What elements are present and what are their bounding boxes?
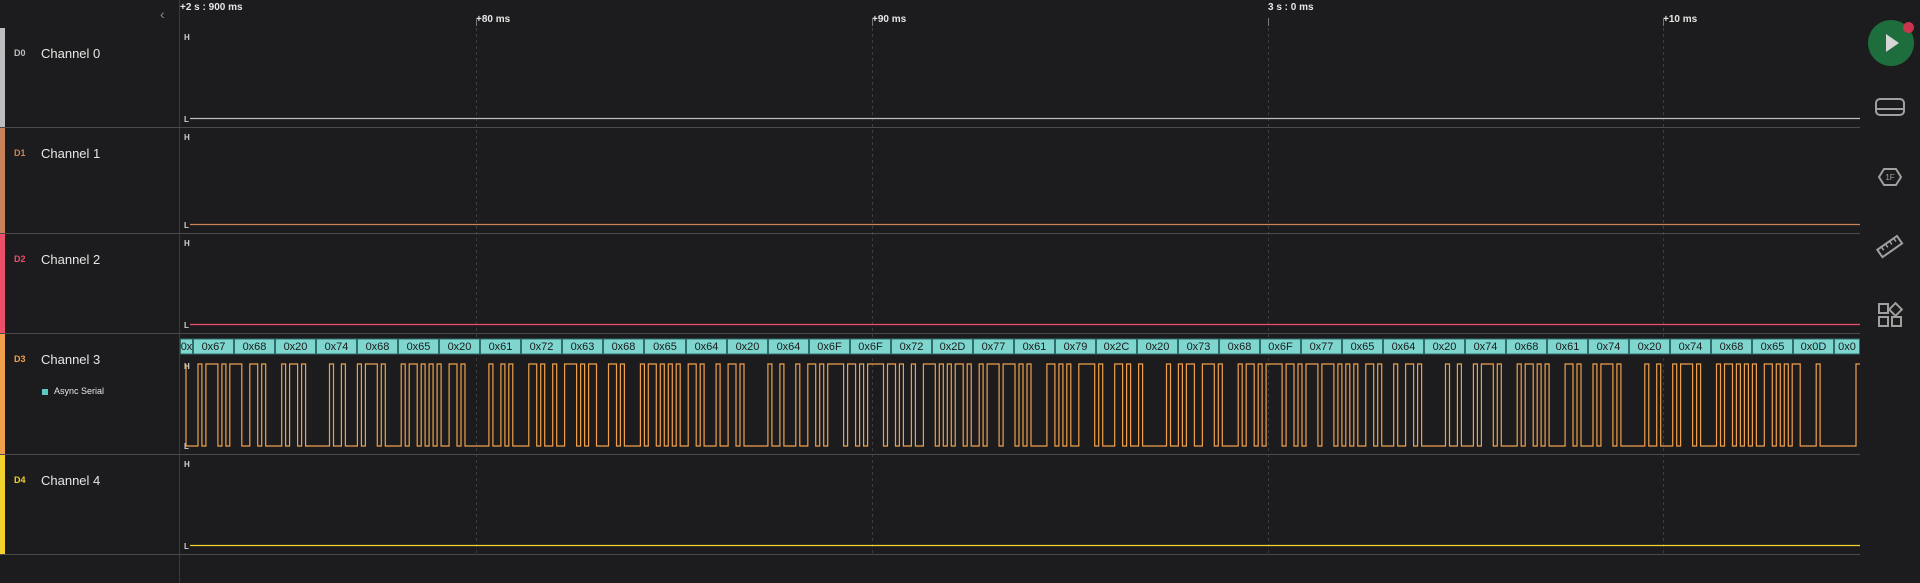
low-marker: L [184,115,189,124]
decoded-byte-label: 0x68 [366,341,390,353]
decoded-byte-label: 0x [181,341,193,353]
decoded-byte-label: 0x61 [489,341,513,353]
decoded-byte-label: 0x6F [1268,341,1293,353]
decoded-byte-label: 0x20 [736,341,760,353]
decoded-byte-label: 0x63 [571,341,595,353]
decoded-byte-label: 0x72 [900,341,924,353]
decoded-byte-label: 0x68 [1515,341,1539,353]
decoded-byte-label: 0x65 [1351,341,1375,353]
logic-analyzer-app: +2 s : 900 ms +80 ms +90 ms 3 s : 0 ms +10 m… [0,0,1920,583]
decoded-byte-label: 0x64 [695,341,719,353]
low-marker: L [184,321,189,330]
high-marker: H [184,133,190,142]
decoded-byte-label: 0x0 [1838,341,1856,353]
decoded-byte-label: 0x68 [612,341,636,353]
decoded-byte-label: 0x2D [940,341,966,353]
decoded-byte-label: 0x6F [858,341,883,353]
decoded-byte-label: 0x20 [1146,341,1170,353]
decoded-byte-label: 0x61 [1556,341,1580,353]
play-icon [1886,34,1899,52]
decoded-byte-label: 0x20 [284,341,308,353]
decoded-byte-label: 0x73 [1187,341,1211,353]
decoded-byte-label: 0x68 [1228,341,1252,353]
svg-text:1F: 1F [1885,173,1894,182]
measure-ruler-icon[interactable] [1871,228,1909,266]
decoded-byte-label: 0x68 [243,341,267,353]
low-marker: L [184,221,189,230]
decoded-byte-label: 0x74 [1474,341,1498,353]
decoded-byte-label: 0x68 [1720,341,1744,353]
play-button[interactable] [1868,20,1914,66]
high-marker: H [184,362,190,371]
decoded-byte-label: 0x65 [407,341,431,353]
decoded-byte-label: 0x74 [1597,341,1621,353]
high-marker: H [184,33,190,42]
decoded-byte-label: 0x74 [325,341,349,353]
decoded-byte-label: 0x77 [982,341,1006,353]
high-marker: H [184,460,190,469]
decoded-byte-label: 0x74 [1679,341,1703,353]
hex-display-icon[interactable]: 1F [1871,158,1909,196]
decoded-byte-label: 0x6F [817,341,842,353]
decoded-byte-label: 0x65 [653,341,677,353]
low-marker: L [184,542,189,551]
decoded-byte-label: 0x20 [1638,341,1662,353]
decoded-byte-label: 0x65 [1761,341,1785,353]
status-dot [1903,22,1914,33]
decoded-byte-label: 0x61 [1023,341,1047,353]
decoded-byte-label: 0x67 [202,341,226,353]
device-icon[interactable] [1871,88,1909,126]
waveform-view[interactable]: HLHLHLHL0x 0x67 0x68 0x20 0x74 0x68 0x65 0x20 0x… [0,0,1860,583]
serial-waveform [185,363,1860,447]
decoded-byte-label: 0x72 [530,341,554,353]
extensions-icon[interactable] [1871,296,1909,334]
decoded-byte-label: 0x64 [777,341,801,353]
decoded-byte-label: 0x0D [1801,341,1827,353]
right-toolbar: 1F [1860,0,1920,583]
decoded-byte-label: 0x77 [1310,341,1334,353]
decoded-byte-label: 0x64 [1392,341,1416,353]
decoded-byte-label: 0x2C [1104,341,1130,353]
decoded-byte-label: 0x79 [1064,341,1088,353]
high-marker: H [184,239,190,248]
decoded-byte-label: 0x20 [1433,341,1457,353]
decoded-byte-label: 0x20 [448,341,472,353]
